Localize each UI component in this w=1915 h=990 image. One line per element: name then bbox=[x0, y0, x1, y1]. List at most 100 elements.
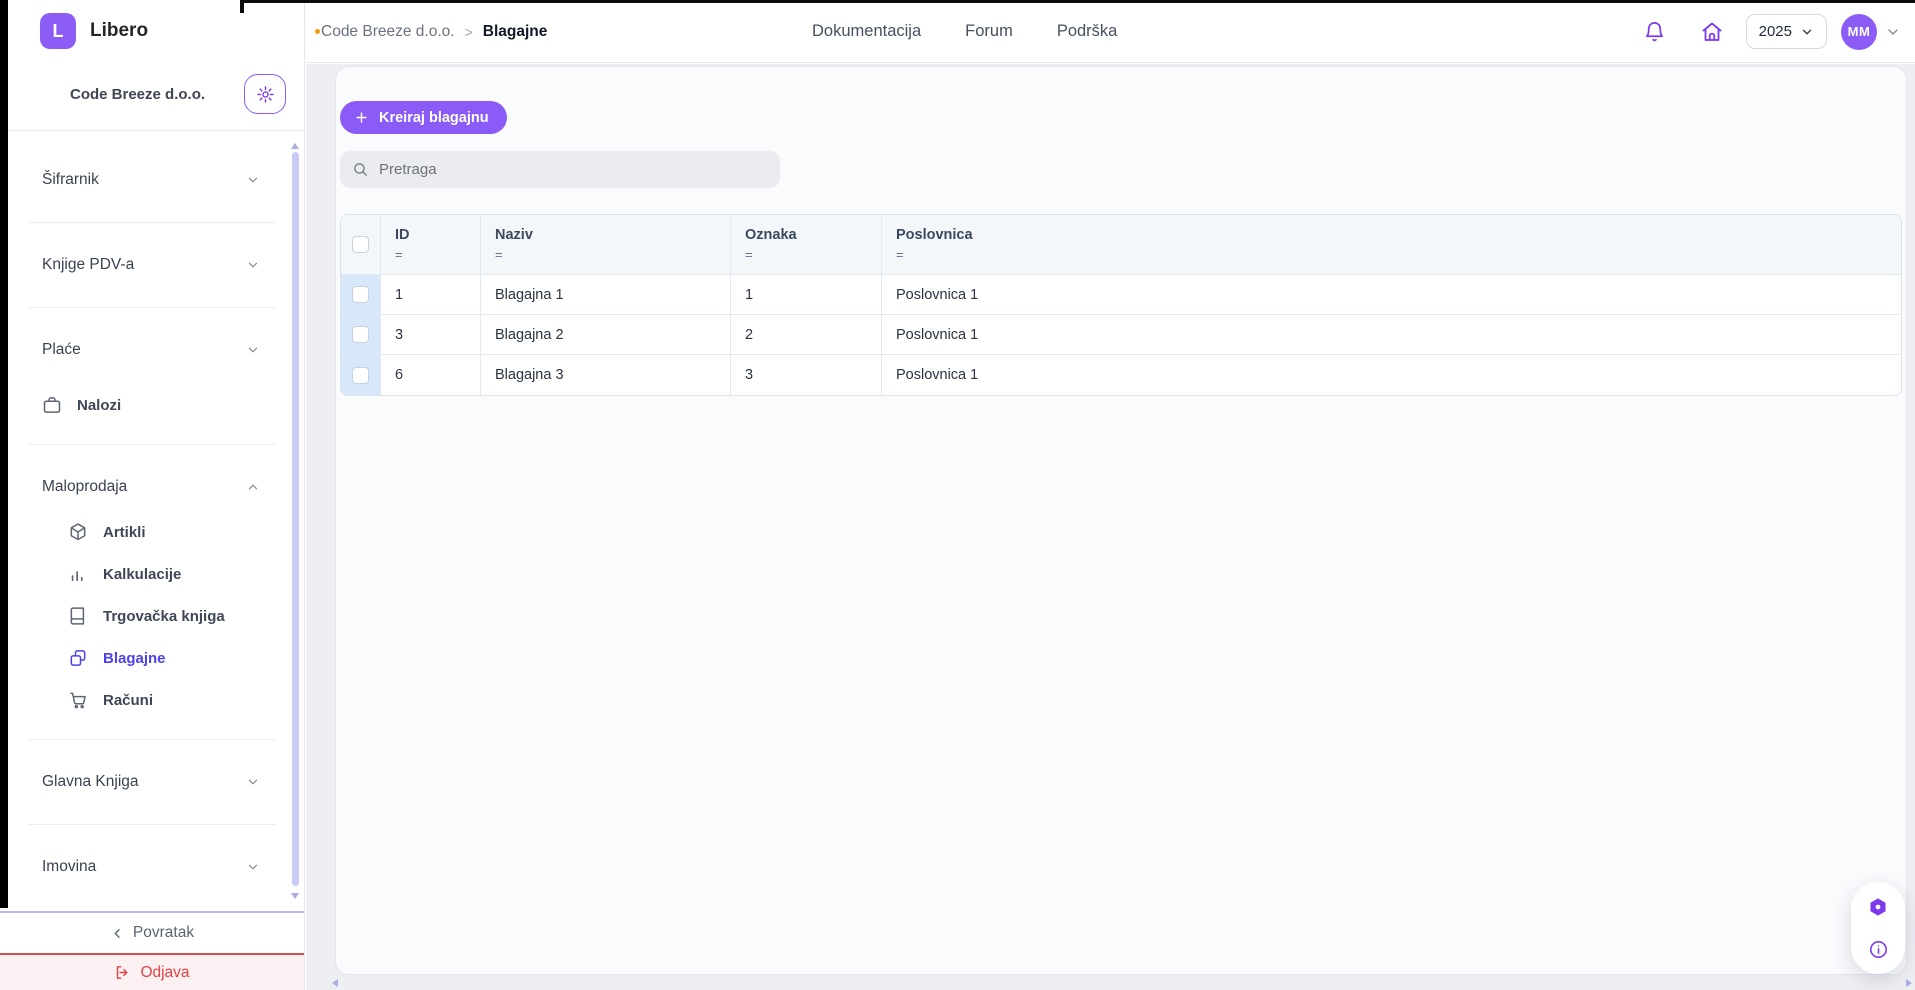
logout-icon bbox=[114, 964, 131, 981]
sidebar-item-label: Imovina bbox=[42, 858, 96, 876]
filter-operator[interactable]: = bbox=[745, 247, 881, 262]
filter-operator[interactable]: = bbox=[395, 247, 480, 262]
sidebar-item-maloprodaja[interactable]: Maloprodaja bbox=[0, 463, 304, 511]
main-content: Kreiraj blagajnu ID = Naziv = Oznaka bbox=[306, 64, 1915, 990]
blagajne-table: ID = Naziv = Oznaka = Poslovnica = 1 bbox=[340, 214, 1902, 396]
plus-icon bbox=[354, 110, 369, 125]
info-icon bbox=[1868, 939, 1889, 960]
sidebar-scroll-down-arrow[interactable] bbox=[291, 893, 299, 899]
cell-poslovnica[interactable]: Poslovnica 1 bbox=[882, 275, 1901, 315]
bell-icon bbox=[1643, 20, 1666, 43]
book-icon bbox=[68, 606, 88, 626]
nav-link-podrska[interactable]: Podrška bbox=[1057, 22, 1118, 41]
create-button-label: Kreiraj blagajnu bbox=[379, 110, 489, 126]
search-input[interactable] bbox=[379, 161, 768, 178]
column-header-id[interactable]: ID = bbox=[381, 215, 481, 275]
year-value: 2025 bbox=[1759, 23, 1792, 40]
cash-register-icon bbox=[68, 648, 88, 668]
sidebar: L Libero Code Breeze d.o.o. Šifrarnik bbox=[0, 0, 305, 990]
create-blagajna-button[interactable]: Kreiraj blagajnu bbox=[340, 101, 507, 134]
notifications-button[interactable] bbox=[1643, 20, 1666, 43]
column-header-naziv[interactable]: Naziv = bbox=[481, 215, 731, 275]
sidebar-item-label: Artikli bbox=[103, 524, 146, 541]
horizontal-scroll-left-arrow[interactable] bbox=[332, 979, 338, 987]
sidebar-item-nalozi[interactable]: Nalozi bbox=[0, 384, 304, 426]
briefcase-icon bbox=[42, 395, 62, 415]
row-checkbox[interactable] bbox=[352, 367, 369, 384]
chevron-down-icon bbox=[246, 173, 260, 187]
cell-naziv[interactable]: Blagajna 2 bbox=[481, 315, 731, 355]
filter-operator[interactable]: = bbox=[495, 247, 730, 262]
chevron-down-icon bbox=[246, 860, 260, 874]
horizontal-scroll-right-arrow[interactable] bbox=[1906, 979, 1912, 987]
nav-link-dokumentacija[interactable]: Dokumentacija bbox=[812, 22, 921, 41]
menu-divider bbox=[28, 824, 276, 825]
sidebar-item-kalkulacije[interactable]: Kalkulacije bbox=[0, 553, 304, 595]
column-header-oznaka[interactable]: Oznaka = bbox=[731, 215, 882, 275]
top-right-cluster: 2025 MM bbox=[1643, 0, 1901, 63]
filter-operator[interactable]: = bbox=[896, 247, 1901, 262]
sidebar-item-sifrarnik[interactable]: Šifrarnik bbox=[0, 156, 304, 204]
cell-id[interactable]: 1 bbox=[381, 275, 481, 315]
cell-naziv[interactable]: Blagajna 1 bbox=[481, 275, 731, 315]
sidebar-item-place[interactable]: Plaće bbox=[0, 326, 304, 374]
notification-dot bbox=[315, 29, 320, 34]
cell-id[interactable]: 6 bbox=[381, 355, 481, 395]
sidebar-item-imovina[interactable]: Imovina bbox=[0, 843, 304, 891]
cell-oznaka[interactable]: 1 bbox=[731, 275, 882, 315]
back-button[interactable]: Povratak bbox=[0, 911, 304, 953]
chevron-down-icon bbox=[246, 775, 260, 789]
chevron-down-icon bbox=[246, 258, 260, 272]
sidebar-item-blagajne[interactable]: Blagajne bbox=[0, 637, 304, 679]
info-button[interactable] bbox=[1865, 936, 1891, 962]
sidebar-item-label: Plaće bbox=[42, 341, 81, 359]
cell-naziv[interactable]: Blagajna 3 bbox=[481, 355, 731, 395]
cell-id[interactable]: 3 bbox=[381, 315, 481, 355]
screen-edge-artifact bbox=[240, 0, 244, 13]
row-checkbox[interactable] bbox=[352, 286, 369, 303]
sidebar-scrollbar[interactable] bbox=[292, 152, 299, 886]
search-icon bbox=[352, 161, 369, 178]
row-checkbox-cell bbox=[341, 315, 381, 355]
chevron-down-icon bbox=[246, 343, 260, 357]
breadcrumb-parent[interactable]: Code Breeze d.o.o. bbox=[321, 23, 455, 41]
sidebar-item-knjige-pdva[interactable]: Knjige PDV-a bbox=[0, 241, 304, 289]
theme-settings-button[interactable] bbox=[1865, 894, 1891, 920]
cell-oznaka[interactable]: 3 bbox=[731, 355, 882, 395]
top-nav: Dokumentacija Forum Podrška bbox=[812, 0, 1117, 63]
row-checkbox[interactable] bbox=[352, 326, 369, 343]
breadcrumb-separator: > bbox=[465, 24, 473, 40]
nav-link-forum[interactable]: Forum bbox=[965, 22, 1013, 41]
cell-oznaka[interactable]: 2 bbox=[731, 315, 882, 355]
company-settings-button[interactable] bbox=[244, 74, 286, 114]
menu-divider bbox=[28, 222, 276, 223]
app-logo[interactable]: L bbox=[40, 13, 76, 49]
sidebar-item-label: Maloprodaja bbox=[42, 478, 127, 496]
sidebar-item-artikli[interactable]: Artikli bbox=[0, 511, 304, 553]
cell-poslovnica[interactable]: Poslovnica 1 bbox=[882, 355, 1901, 395]
hex-gear-icon bbox=[1867, 896, 1889, 918]
sidebar-item-trgovacka-knjiga[interactable]: Trgovačka knjiga bbox=[0, 595, 304, 637]
chevron-up-icon bbox=[246, 480, 260, 494]
sidebar-item-glavna-knjiga[interactable]: Glavna Knjiga bbox=[0, 758, 304, 806]
sidebar-scroll-up-arrow[interactable] bbox=[291, 143, 299, 149]
menu-divider bbox=[28, 444, 276, 445]
home-icon bbox=[1700, 20, 1724, 44]
company-row: Code Breeze d.o.o. bbox=[0, 62, 304, 131]
cell-poslovnica[interactable]: Poslovnica 1 bbox=[882, 315, 1901, 355]
select-all-checkbox[interactable] bbox=[352, 236, 369, 253]
sidebar-item-label: Glavna Knjiga bbox=[42, 773, 139, 791]
sidebar-item-racuni[interactable]: Računi bbox=[0, 679, 304, 721]
brand-name: Libero bbox=[90, 20, 148, 42]
breadcrumb-current: Blagajne bbox=[483, 23, 548, 41]
row-checkbox-cell bbox=[341, 355, 381, 395]
year-select[interactable]: 2025 bbox=[1746, 14, 1827, 49]
sidebar-item-label: Knjige PDV-a bbox=[42, 256, 134, 274]
column-header-poslovnica[interactable]: Poslovnica = bbox=[882, 215, 1901, 275]
user-menu-chevron-icon[interactable] bbox=[1885, 24, 1901, 40]
home-button[interactable] bbox=[1700, 20, 1724, 44]
logout-label: Odjava bbox=[140, 964, 189, 982]
avatar[interactable]: MM bbox=[1841, 14, 1877, 50]
logout-button[interactable]: Odjava bbox=[0, 953, 304, 990]
screen-edge-artifact bbox=[0, 0, 8, 908]
